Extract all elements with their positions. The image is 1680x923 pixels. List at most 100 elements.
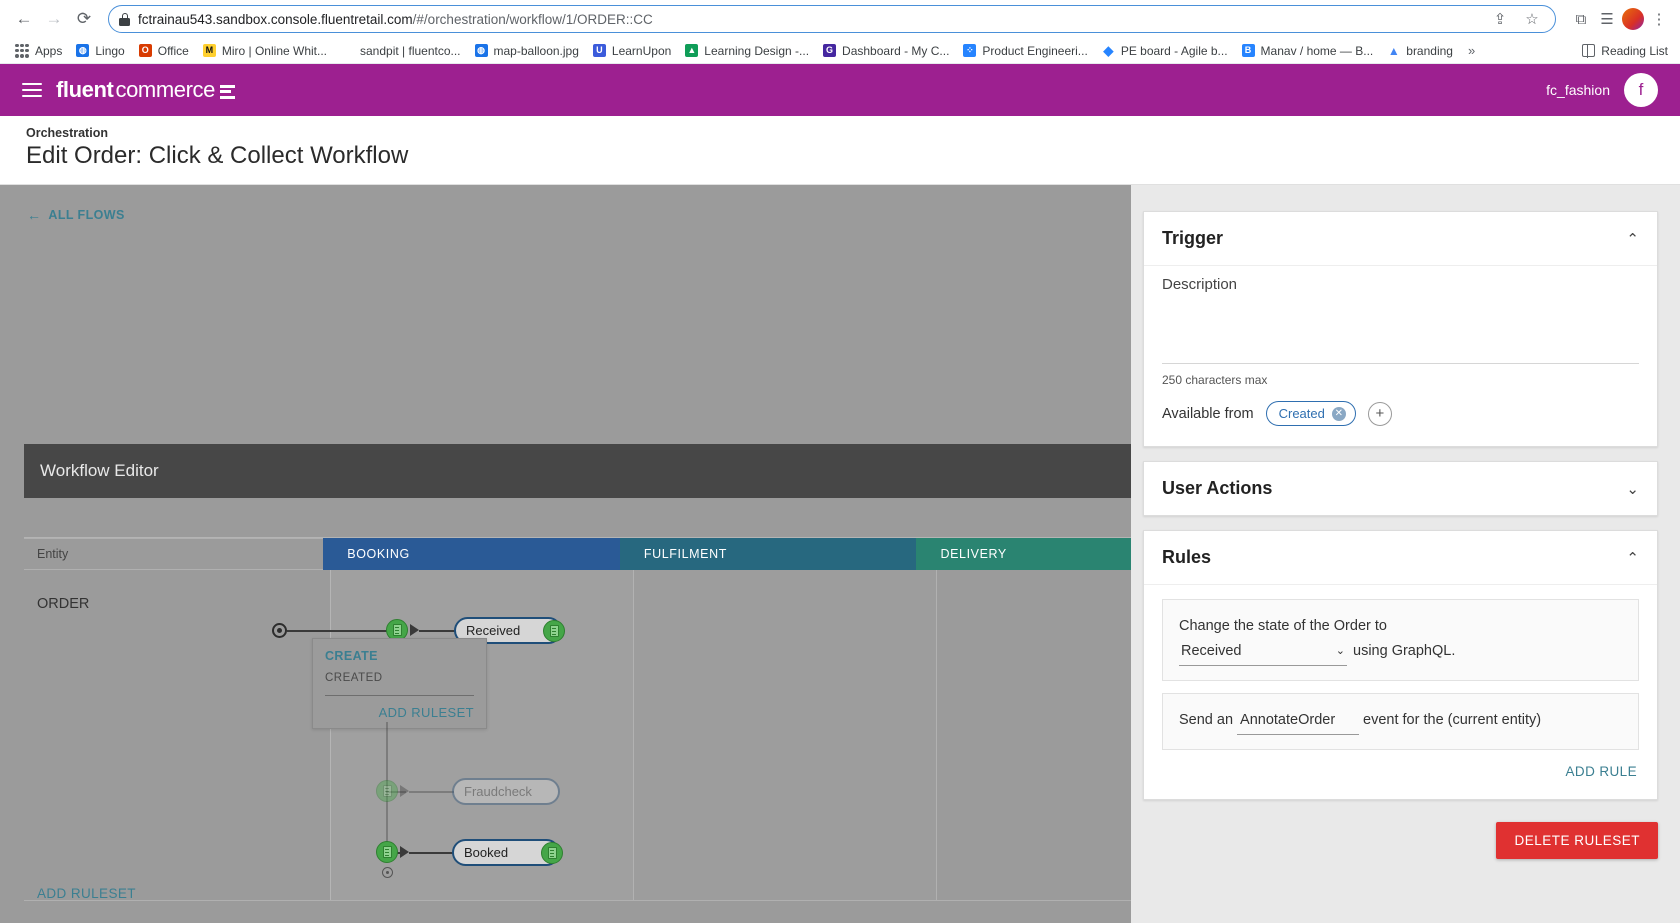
chevron-up-icon[interactable]: ⌃: [1626, 549, 1639, 567]
rule-card-change-state[interactable]: Change the state of the Order to Receive…: [1162, 599, 1639, 681]
ruleset-popover-state: CREATED: [325, 672, 474, 696]
node-ruleset-badge[interactable]: [543, 620, 565, 642]
reading-list-icon[interactable]: ☰: [1596, 8, 1618, 30]
editor-title-bar: Workflow Editor: [24, 444, 1131, 498]
bookmark-label: LearnUpon: [612, 44, 671, 58]
rule-prefix: Change the state of the Order to: [1179, 614, 1622, 639]
workflow-canvas-pane: ← ALL FLOWS Workflow Editor Entity BOOKI…: [0, 185, 1131, 923]
rules-title: Rules: [1162, 547, 1211, 568]
blank-icon: [341, 44, 354, 57]
description-field[interactable]: Description: [1162, 266, 1639, 364]
ruleset-popover-create[interactable]: CREATE CREATED ADD RULESET: [312, 638, 487, 729]
bookmark-dashboard[interactable]: G Dashboard - My C...: [816, 40, 956, 62]
bookmark-miro[interactable]: M Miro | Online Whit...: [196, 40, 334, 62]
reading-list-button[interactable]: Reading List: [1582, 44, 1672, 58]
bookmark-star-icon[interactable]: ☆: [1521, 8, 1543, 30]
column-header-delivery[interactable]: DELIVERY: [916, 538, 1131, 570]
bookmark-map-balloon[interactable]: ◍ map-balloon.jpg: [468, 40, 586, 62]
trigger-title: Trigger: [1162, 228, 1223, 249]
brand-name-part2: commerce: [115, 77, 215, 103]
add-state-button[interactable]: +: [1368, 402, 1392, 426]
bookmark-label: Product Engineeri...: [982, 44, 1087, 58]
apps-grid-icon: [15, 44, 29, 58]
bookmark-product-engineering[interactable]: ⁘ Product Engineeri...: [956, 40, 1094, 62]
chevron-down-icon[interactable]: ⌄: [1626, 480, 1639, 498]
chip-remove-icon[interactable]: ✕: [1332, 407, 1346, 421]
arrow-head-icon: [400, 785, 409, 797]
bookmark-learning-design[interactable]: ▲ Learning Design -...: [678, 40, 816, 62]
user-actions-panel-header[interactable]: User Actions ⌄: [1144, 462, 1657, 515]
ruleset-icon-booked[interactable]: [376, 841, 398, 863]
trigger-panel-body: Description 250 characters max Available…: [1144, 266, 1657, 446]
rules-panel: Rules ⌃ Change the state of the Order to…: [1143, 530, 1658, 800]
url-path: /#/orchestration/workflow/1/ORDER::CC: [413, 12, 653, 27]
bookmarks-overflow-icon[interactable]: »: [1460, 43, 1483, 58]
chevron-up-icon[interactable]: ⌃: [1626, 230, 1639, 248]
bookmark-learnupon[interactable]: U LearnUpon: [586, 40, 678, 62]
node-ruleset-badge[interactable]: [541, 842, 563, 864]
available-from-row: Available from Created ✕ +: [1162, 401, 1639, 430]
bookmark-pe-board[interactable]: ◆ PE board - Agile b...: [1095, 40, 1235, 62]
url-host: fctrainau543.sandbox.console.fluentretai…: [138, 12, 413, 27]
state-select[interactable]: Received ⌄: [1179, 639, 1347, 667]
add-ruleset-link[interactable]: ADD RULESET: [37, 886, 136, 901]
all-flows-link[interactable]: ← ALL FLOWS: [0, 185, 125, 223]
bookmark-label: PE board - Agile b...: [1121, 44, 1228, 58]
user-name: fc_fashion: [1546, 82, 1610, 98]
state-node-fraudcheck[interactable]: Fraudcheck: [452, 778, 560, 805]
start-node-icon[interactable]: [272, 623, 287, 638]
bookmark-manav-home[interactable]: B Manav / home — B...: [1235, 40, 1381, 62]
confluence-icon: ⁘: [963, 44, 976, 57]
edge-booked: [409, 852, 454, 854]
jira-icon: ◆: [1102, 44, 1115, 57]
brand-name-part1: fluent: [56, 77, 113, 103]
add-rule-link[interactable]: ADD RULE: [1162, 762, 1639, 783]
delete-ruleset-button[interactable]: DELETE RULESET: [1496, 822, 1658, 859]
app-header: fluentcommerce fc_fashion f: [0, 64, 1680, 116]
bookmarks-bar: Apps ◍ Lingo O Office M Miro | Online Wh…: [0, 38, 1680, 64]
bookmark-lingo[interactable]: ◍ Lingo: [69, 40, 131, 62]
browser-nav-bar: ← → ⟳ fctrainau543.sandbox.console.fluen…: [0, 0, 1680, 38]
state-node-label: Fraudcheck: [464, 784, 532, 799]
profile-avatar[interactable]: [1622, 8, 1644, 30]
avatar[interactable]: f: [1624, 73, 1658, 107]
state-node-label: Booked: [464, 845, 508, 860]
chevron-down-icon: ⌄: [1336, 642, 1345, 661]
learnupon-icon: U: [593, 44, 606, 57]
state-node-booked[interactable]: Booked: [452, 839, 560, 866]
ruleset-icon-booked-node: [541, 842, 563, 864]
editor-footer: [24, 900, 1131, 915]
bookmark-label: Learning Design -...: [704, 44, 809, 58]
ruleset-icon-received: [543, 620, 565, 642]
bookmark-sandpit[interactable]: sandpit | fluentco...: [334, 40, 468, 62]
trigger-panel-header[interactable]: Trigger ⌃: [1144, 212, 1657, 265]
end-node-icon[interactable]: [382, 867, 393, 878]
extensions-icon[interactable]: ⧉: [1570, 8, 1592, 30]
rule-prefix: Send an: [1179, 712, 1233, 728]
reload-button[interactable]: ⟳: [70, 5, 98, 33]
workflow-editor-card: Workflow Editor Entity BOOKING FULFILMEN…: [24, 444, 1131, 923]
address-bar[interactable]: fctrainau543.sandbox.console.fluentretai…: [108, 5, 1556, 33]
popover-add-ruleset-link[interactable]: ADD RULESET: [325, 696, 474, 720]
bookmark-apps[interactable]: Apps: [8, 40, 69, 62]
bookmark-label: Office: [158, 44, 189, 58]
event-name-field[interactable]: AnnotateOrder: [1237, 708, 1359, 735]
chrome-menu-icon[interactable]: ⋮: [1648, 8, 1670, 30]
bookmark-office[interactable]: O Office: [132, 40, 196, 62]
ruleset-icon-fraudcheck[interactable]: [376, 780, 398, 802]
state-chip-created[interactable]: Created ✕: [1266, 401, 1356, 426]
brand-logo[interactable]: fluentcommerce: [56, 77, 235, 103]
share-icon[interactable]: ⇪: [1489, 8, 1511, 30]
column-header-entity: Entity: [24, 538, 323, 570]
bookmark-branding[interactable]: ▲ branding: [1380, 40, 1460, 62]
column-header-fulfilment[interactable]: FULFILMENT: [620, 538, 917, 570]
forward-button[interactable]: →: [40, 5, 68, 33]
rules-panel-header[interactable]: Rules ⌃: [1144, 531, 1657, 584]
hamburger-icon[interactable]: [22, 83, 42, 97]
rule-card-send-event[interactable]: Send anAnnotateOrderevent for the (curre…: [1162, 693, 1639, 750]
column-header-booking[interactable]: BOOKING: [323, 538, 620, 570]
back-button[interactable]: ←: [10, 5, 38, 33]
bookmark-label: Apps: [35, 44, 62, 58]
arrow-head-icon: [400, 846, 409, 858]
breadcrumb: Orchestration: [26, 126, 1654, 140]
